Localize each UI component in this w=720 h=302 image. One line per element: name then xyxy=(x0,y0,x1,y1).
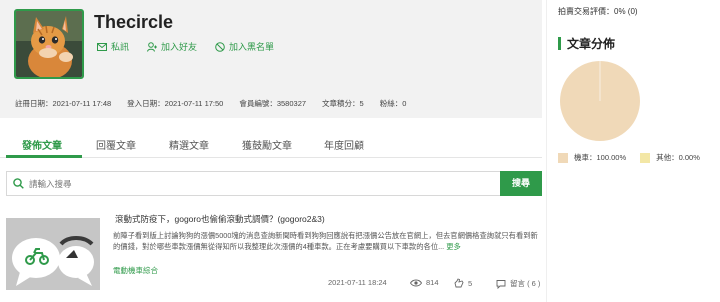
pie-legend: 機車：100.00% 其他：0.00% xyxy=(558,152,714,163)
stat-value: 3580327 xyxy=(276,99,307,108)
tab-replied-articles[interactable]: 回覆文章 xyxy=(96,137,136,152)
legend-swatch-motorcycle xyxy=(558,152,568,163)
post-likes[interactable]: 5 xyxy=(454,278,472,288)
views-count: 814 xyxy=(426,278,439,287)
stat-value: 2021-07-11 17:48 xyxy=(52,99,112,108)
stat-label: 登入日期： xyxy=(127,99,165,108)
tab-encouraged-articles[interactable]: 獲鼓勵文章 xyxy=(242,137,292,152)
add-blacklist-label: 加入黑名單 xyxy=(229,42,275,52)
more-link[interactable]: 更多 xyxy=(446,242,461,251)
username: Thecircle xyxy=(94,12,174,32)
comments-count: 留言 ( 6 ) xyxy=(510,279,541,288)
comment-icon xyxy=(496,279,506,289)
stat-fans: 粉絲：0 xyxy=(380,98,407,109)
auction-rating: 拍賣交易評價：0% (0) xyxy=(558,6,638,17)
clap-icon xyxy=(454,278,464,288)
stat-login-date: 登入日期：2021-07-11 17:50 xyxy=(127,98,223,109)
post-date-text: 2021-07-11 18:24 xyxy=(328,278,387,287)
stat-value: 2021-07-11 17:50 xyxy=(164,99,224,108)
tab-bar: 發佈文章 回覆文章 精選文章 獲鼓勵文章 年度回顧 xyxy=(0,128,542,158)
mail-icon xyxy=(97,42,107,51)
main-column: Thecircle 私訊 加入好友 加入黑名單 註冊日期：2021-07-11 … xyxy=(0,0,542,302)
post-excerpt: 前陣子看到版上討論狗狗的漲價5000塊的消息查詢新聞時看到狗狗回應說有把漲價公告… xyxy=(113,230,545,252)
post-meta: 2021-07-11 18:24 814 5 留言 ( 6 ) xyxy=(6,278,542,292)
legend-label-motorcycle: 機車：100.00% xyxy=(574,153,627,162)
article-distribution-title: 文章分佈 xyxy=(567,37,616,51)
stat-member-id: 會員編號：3580327 xyxy=(239,98,306,109)
post-body-text: 前陣子看到版上討論狗狗的漲價5000塊的消息查詢新聞時看到狗狗回應說有把漲價公告… xyxy=(113,231,538,251)
tab-published-articles[interactable]: 發佈文章 xyxy=(22,137,62,152)
search-button[interactable]: 搜尋 xyxy=(500,171,542,196)
stat-value: 5 xyxy=(359,99,364,108)
stat-label: 粉絲： xyxy=(379,99,403,108)
post-category[interactable]: 電動機車綜合 xyxy=(113,265,158,276)
stat-register-date: 註冊日期：2021-07-11 17:48 xyxy=(15,98,111,109)
profile-card: Thecircle 私訊 加入好友 加入黑名單 註冊日期：2021-07-11 … xyxy=(0,0,542,118)
list-item: 滾動式防疫下，gogoro也偷偷滾動式調價？(gogoro2&3) 前陣子看到版… xyxy=(6,208,542,302)
legend-item-motorcycle: 機車：100.00% xyxy=(558,152,626,163)
likes-count: 5 xyxy=(468,278,473,288)
eye-icon xyxy=(410,279,422,286)
profile-stats: 註冊日期：2021-07-11 17:48 登入日期：2021-07-11 17… xyxy=(15,98,422,109)
stat-label: 會員編號： xyxy=(239,99,277,108)
tab-annual-review[interactable]: 年度回顧 xyxy=(324,137,364,152)
stat-article-points: 文章積分：5 xyxy=(322,98,364,109)
legend-swatch-other xyxy=(640,152,651,163)
sidebar: 拍賣交易評價：0% (0) 文章分佈 機車：100.00% 其他：0.00% xyxy=(550,0,720,302)
post-views: 814 xyxy=(410,278,439,287)
message-label: 私訊 xyxy=(111,42,130,52)
article-distribution-heading: 文章分佈 xyxy=(558,35,615,52)
stat-label: 文章積分： xyxy=(322,99,360,108)
add-friend-button[interactable]: 加入好友 xyxy=(147,40,197,53)
add-blacklist-button[interactable]: 加入黑名單 xyxy=(215,40,274,53)
profile-actions: 私訊 加入好友 加入黑名單 xyxy=(97,40,292,53)
article-distribution-pie-chart xyxy=(560,61,640,141)
avatar[interactable] xyxy=(14,9,84,79)
add-friend-label: 加入好友 xyxy=(161,42,198,52)
legend-item-other: 其他：0.00% xyxy=(640,152,700,163)
block-icon xyxy=(215,41,225,52)
stat-label: 註冊日期： xyxy=(15,99,53,108)
heading-accent-bar xyxy=(558,37,561,50)
active-tab-indicator xyxy=(6,155,82,158)
auction-rating-value: 0% (0) xyxy=(614,7,638,16)
tab-featured-articles[interactable]: 精選文章 xyxy=(169,137,209,152)
kitten-avatar-image xyxy=(16,11,82,77)
message-button[interactable]: 私訊 xyxy=(97,40,129,53)
search-icon xyxy=(13,178,24,189)
column-divider xyxy=(546,0,547,302)
search-bar: 搜尋 xyxy=(6,171,542,196)
post-date: 2021-07-11 18:24 xyxy=(328,278,387,287)
auction-rating-label: 拍賣交易評價： xyxy=(558,7,614,16)
legend-label-other: 其他：0.00% xyxy=(656,153,700,162)
stat-value: 0 xyxy=(402,99,407,108)
post-comments[interactable]: 留言 ( 6 ) xyxy=(496,278,540,289)
search-input[interactable] xyxy=(29,175,469,192)
add-friend-icon xyxy=(147,41,158,52)
post-title[interactable]: 滾動式防疫下，gogoro也偷偷滾動式調價？(gogoro2&3) xyxy=(115,213,325,225)
